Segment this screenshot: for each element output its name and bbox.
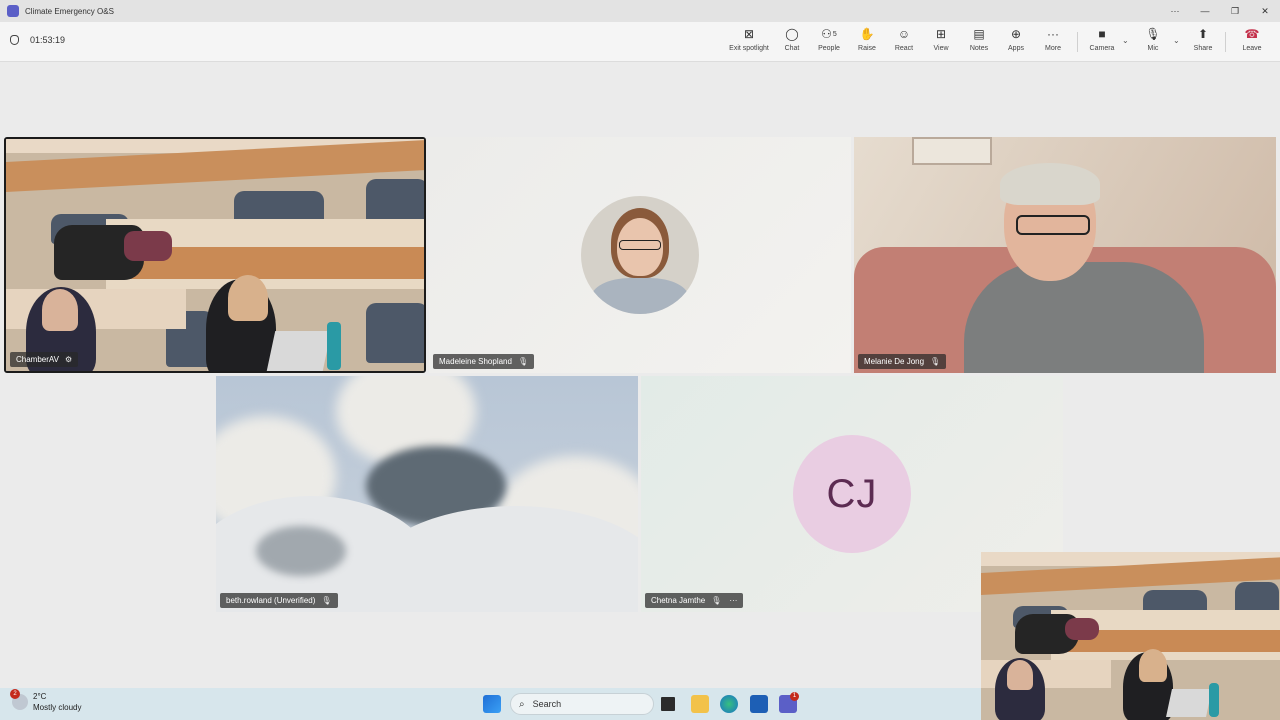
video-tile-melanie-de-jong[interactable]: Melanie De Jong 🎙 (854, 137, 1276, 373)
minimize-button[interactable]: — (1190, 0, 1220, 22)
participant-more-icon[interactable]: ··· (729, 593, 737, 608)
raise-hand-icon: ✋ (859, 27, 875, 41)
mic-options-chevron-icon[interactable]: ⌄ (1173, 36, 1180, 45)
windows-start-icon[interactable] (483, 695, 501, 713)
chamber-video-feed (6, 139, 424, 371)
mic-muted-icon: 🎙 (321, 596, 332, 605)
mic-icon: ⚙ (64, 355, 73, 364)
view-icon: ⊞ (935, 27, 947, 41)
window-title-bar: Climate Emergency O&S ··· — ❐ ✕ (0, 0, 1280, 22)
self-view-video[interactable] (981, 552, 1280, 720)
weather-temperature: 2°C (33, 692, 47, 701)
search-icon: ⌕ (519, 698, 525, 710)
avatar (581, 196, 699, 314)
mic-muted-icon: 🎙 (517, 357, 529, 366)
windows-taskbar: 2 2°C Mostly cloudy ⌕ Search 1 (0, 688, 981, 720)
participant-name-tag: Madeleine Shopland 🎙 (433, 354, 535, 369)
chat-icon: ◯ (785, 27, 799, 41)
task-view-icon[interactable] (661, 697, 675, 711)
more-icon: ··· (1047, 27, 1059, 41)
share-icon: ⬆ (1197, 27, 1209, 41)
self-view-feed (981, 552, 1280, 720)
participant-name: beth.rowland (Unverified) (226, 596, 316, 605)
participant-name-tag: Melanie De Jong 🎙 (858, 354, 947, 369)
mic-icon: 🎙 (1145, 27, 1161, 41)
meeting-toolbar: 01:53:19 ⊠ Exit spotlight ◯ Chat ⚇ 5 Peop… (0, 22, 1280, 62)
people-icon: ⚇ 5 (821, 27, 837, 41)
exit-spotlight-button[interactable]: ⊠ Exit spotlight (727, 26, 771, 58)
exit-spotlight-icon: ⊠ (743, 27, 755, 41)
more-button[interactable]: ··· More (1031, 26, 1075, 58)
timer-text: 01:53:19 (30, 35, 66, 45)
toolbar-divider (1077, 32, 1078, 52)
store-icon[interactable] (750, 695, 768, 713)
camera-button[interactable]: ■ Camera (1080, 26, 1124, 58)
camera-icon: ■ (1098, 27, 1106, 41)
file-explorer-icon[interactable] (691, 695, 709, 713)
mic-button[interactable]: 🎙 Mic (1131, 26, 1175, 58)
apps-icon: ⊕ (1010, 27, 1022, 41)
teams-notification-badge: 1 (790, 692, 799, 701)
participant-name: Chetna Jamthe (651, 596, 706, 605)
leave-icon: ☎ (1244, 27, 1260, 41)
leave-button[interactable]: ☎ Leave (1230, 26, 1274, 58)
people-count: 5 (832, 30, 837, 38)
video-tile-chamberav[interactable]: ChamberAV ⚙ (4, 137, 426, 373)
participant-name: Madeleine Shopland (439, 357, 512, 366)
camera-options-chevron-icon[interactable]: ⌄ (1122, 36, 1129, 45)
participant-name-tag: ChamberAV ⚙ (10, 352, 79, 367)
window-title: Climate Emergency O&S (25, 6, 114, 16)
maximize-button[interactable]: ❐ (1220, 0, 1250, 22)
window-more-button[interactable]: ··· (1160, 0, 1190, 22)
window-controls: ··· — ❐ ✕ (1160, 0, 1280, 22)
participant-name: ChamberAV (16, 355, 59, 364)
melanie-video-feed (854, 137, 1276, 373)
react-icon: ☺ (897, 27, 911, 41)
video-tile-madeleine-shopland[interactable]: Madeleine Shopland 🎙 (429, 137, 851, 373)
shield-icon (10, 35, 19, 45)
taskbar-search[interactable]: ⌕ Search (510, 693, 654, 715)
weather-widget[interactable]: 2 2°C Mostly cloudy (10, 689, 82, 713)
mic-muted-icon: 🎙 (930, 357, 941, 366)
search-placeholder: Search (532, 699, 562, 709)
weather-cloud-icon: 2 (10, 689, 28, 710)
close-button[interactable]: ✕ (1250, 0, 1280, 22)
weather-description: Mostly cloudy (33, 703, 82, 712)
participant-name-tag: Chetna Jamthe 🎙 ··· (645, 593, 744, 608)
edge-browser-icon[interactable] (720, 695, 738, 713)
avatar-initials: CJ (793, 435, 911, 553)
teams-app-icon (7, 5, 19, 17)
share-button[interactable]: ⬆ Share (1181, 26, 1225, 58)
toolbar-divider (1225, 32, 1226, 52)
mic-muted-icon: 🎙 (711, 596, 722, 605)
weather-badge: 2 (10, 689, 20, 699)
video-tile-beth-rowland[interactable]: beth.rowland (Unverified) 🎙 (216, 376, 638, 612)
notes-icon: ▤ (973, 27, 985, 41)
participant-name: Melanie De Jong (864, 357, 925, 366)
background-image-feed (216, 376, 638, 612)
meeting-timer: 01:53:19 (10, 35, 65, 45)
participant-name-tag: beth.rowland (Unverified) 🎙 (220, 593, 338, 608)
